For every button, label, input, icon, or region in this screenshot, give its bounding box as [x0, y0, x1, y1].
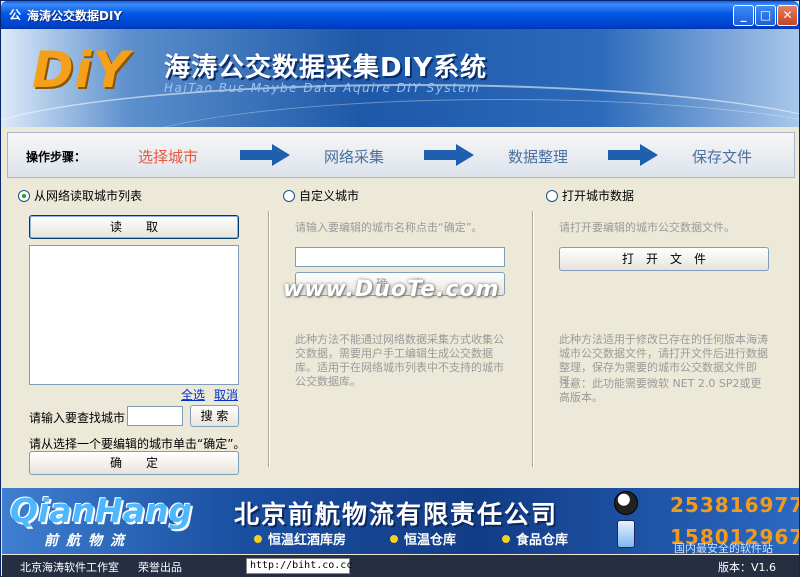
city-list[interactable]: [29, 245, 239, 385]
main-window: 公 海涛公交数据DIY _ □ ✕ DiY 海涛公交数据采集DIY系统 HaiT…: [0, 0, 800, 577]
custom-hint: 请输入要编辑的城市名称点击“确定”。: [295, 221, 483, 234]
search-city-input[interactable]: [127, 406, 183, 426]
app-icon: 公: [8, 8, 21, 22]
radio-custom-label: 自定义城市: [299, 189, 360, 203]
ad-service-label: 恒温仓库: [404, 533, 457, 548]
arrow-right-icon: [424, 144, 474, 166]
status-studio: 北京海涛软件工作室: [20, 561, 119, 574]
confirm-city-button[interactable]: 确 定: [29, 451, 239, 475]
read-button[interactable]: 读 取: [29, 215, 239, 239]
custom-description: 此种方法不能通过网络数据采集方式收集公交数据，需要用户手工编辑生成公交数据库。适…: [295, 333, 504, 388]
duote-watermark: www.DuoTe.com: [283, 277, 500, 302]
status-bar: 北京海涛软件工作室 荣誉出品 http://biht.co.cc 版本：V1.6: [2, 555, 799, 577]
steps-bar: 操作步骤： 选择城市 网络采集 数据整理 保存文件: [7, 132, 795, 178]
status-produced: 荣誉出品: [138, 561, 182, 574]
select-instruction: 请从选择一个要编辑的城市单击“确定”。: [29, 437, 246, 451]
status-version: 版本：V1.6: [718, 561, 777, 574]
radio-online-label: 从网络读取城市列表: [34, 189, 143, 203]
radio-indicator[interactable]: [18, 190, 30, 202]
radio-open-label: 打开城市数据: [562, 189, 635, 203]
custom-city-input[interactable]: [295, 247, 505, 267]
step-select-city: 选择城市: [138, 148, 199, 166]
radio-indicator[interactable]: [283, 190, 295, 202]
step-data-organize: 数据整理: [508, 148, 569, 166]
panel-divider: [268, 211, 270, 467]
window-title: 海涛公交数据DIY: [27, 9, 123, 23]
ad-service-item: 恒温仓库: [390, 529, 456, 548]
ad-banner[interactable]: QianHang 前航物流 北京前航物流有限责任公司 恒温红酒库房 恒温仓库 食…: [2, 488, 799, 554]
close-button[interactable]: ✕: [777, 5, 798, 26]
step-save-file: 保存文件: [692, 148, 753, 166]
open-file-button[interactable]: 打 开 文 件: [559, 247, 769, 271]
ad-brand-logo: QianHang: [10, 491, 193, 530]
header-banner: DiY 海涛公交数据采集DIY系统 HaiTao Bus Maybe Data …: [2, 29, 799, 127]
select-all-link[interactable]: 全选: [181, 386, 205, 403]
ad-service-label: 食品仓库: [516, 533, 569, 548]
ad-brand-cn: 前航物流: [44, 533, 132, 549]
arrow-right-icon: [608, 144, 658, 166]
radio-open[interactable]: 打开城市数据: [546, 187, 634, 204]
title-bar[interactable]: 公 海涛公交数据DIY _ □ ✕: [1, 1, 799, 29]
bullet-icon: [502, 535, 510, 543]
radio-indicator[interactable]: [546, 190, 558, 202]
steps-label: 操作步骤：: [26, 150, 87, 164]
search-city-label: 请输入要查找城市: [29, 411, 126, 425]
radio-online[interactable]: 从网络读取城市列表: [18, 187, 142, 204]
banner-subtitle: HaiTao Bus Maybe Data Aquire DIY System: [164, 81, 481, 95]
step-network-collect: 网络采集: [324, 148, 385, 166]
open-hint: 请打开要编辑的城市公交数据文件。: [559, 221, 735, 234]
ad-service-item: 食品仓库: [502, 529, 568, 548]
banner-title: 海涛公交数据采集DIY系统: [164, 53, 488, 83]
diy-logo: DiY: [32, 41, 130, 99]
ad-corner-text: 国内最安全的软件站: [674, 542, 773, 554]
bullet-icon: [254, 535, 262, 543]
ad-service-item: 恒温红酒库房: [254, 529, 346, 548]
arrow-right-icon: [240, 144, 290, 166]
maximize-button[interactable]: □: [755, 5, 776, 26]
ad-company-name: 北京前航物流有限责任公司: [234, 500, 559, 529]
ad-service-label: 恒温红酒库房: [268, 533, 347, 548]
panel-divider: [532, 211, 534, 467]
cancel-link[interactable]: 取消: [214, 386, 238, 403]
mobile-phone-icon: [617, 520, 635, 548]
radio-custom[interactable]: 自定义城市: [283, 187, 359, 204]
qq-penguin-icon: [614, 491, 638, 515]
open-note: 注意：此功能需要微软 NET 2.0 SP2或更高版本。: [559, 377, 762, 404]
ad-qq-number: 253816977: [670, 493, 799, 517]
minimize-button[interactable]: _: [733, 5, 754, 26]
status-url-link[interactable]: http://biht.co.cc: [246, 558, 352, 574]
search-button[interactable]: 搜 索: [190, 405, 239, 427]
bullet-icon: [390, 535, 398, 543]
